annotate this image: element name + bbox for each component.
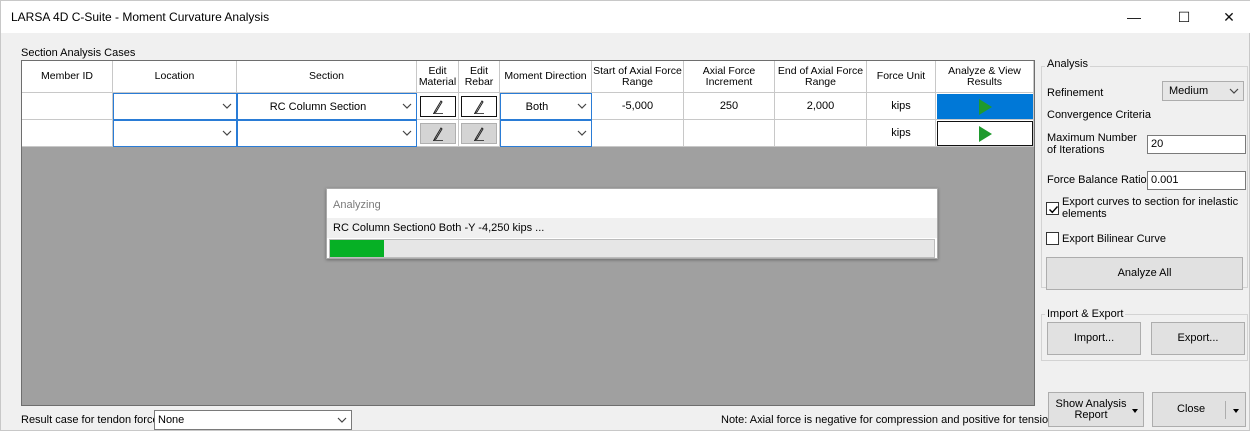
edit-rebar-cell xyxy=(459,93,500,120)
analysis-group-title: Analysis xyxy=(1045,58,1090,70)
progress-message-row: RC Column Section0 Both -Y -4,250 kips .… xyxy=(327,218,937,238)
refinement-label: Refinement xyxy=(1047,87,1104,99)
analyze-all-button[interactable]: Analyze All xyxy=(1046,257,1243,290)
dropdown-arrow-icon[interactable] xyxy=(1132,409,1138,413)
location-combo[interactable] xyxy=(113,120,237,147)
edit-material-button[interactable] xyxy=(420,96,456,117)
header-member-id[interactable]: Member ID xyxy=(22,61,113,93)
progress-bar xyxy=(329,239,935,258)
refinement-value: Medium xyxy=(1169,85,1209,97)
end-axial-cell[interactable] xyxy=(775,120,867,147)
export-curves-label[interactable]: Export curves to section for inelastic e… xyxy=(1062,196,1247,220)
member-id-cell[interactable] xyxy=(22,93,113,120)
header-moment-direction[interactable]: Moment Direction xyxy=(500,61,592,93)
analyze-view-cell xyxy=(936,93,1034,120)
tendon-forces-value: None xyxy=(158,414,185,426)
window-title: LARSA 4D C-Suite - Moment Curvature Anal… xyxy=(11,10,270,24)
export-bilinear-checkbox[interactable] xyxy=(1046,232,1059,245)
tendon-forces-label: Result case for tendon forces xyxy=(21,414,165,426)
export-button[interactable]: Export... xyxy=(1151,322,1245,355)
end-axial-cell[interactable]: 2,000 xyxy=(775,93,867,120)
show-analysis-report-button[interactable]: Show Analysis Report xyxy=(1048,392,1144,427)
moment-direction-value: Both xyxy=(525,100,549,113)
close-button[interactable]: Close xyxy=(1152,392,1246,427)
header-edit-material[interactable]: Edit Material xyxy=(417,61,459,93)
section-combo[interactable] xyxy=(237,120,417,147)
minimize-button[interactable]: — xyxy=(1111,1,1157,33)
table-row[interactable]: kips xyxy=(22,120,1034,147)
header-edit-rebar[interactable]: Edit Rebar xyxy=(459,61,500,93)
location-combo[interactable] xyxy=(113,93,237,120)
header-location[interactable]: Location xyxy=(113,61,237,93)
force-unit-cell[interactable]: kips xyxy=(867,120,936,147)
axial-increment-cell[interactable] xyxy=(684,120,775,147)
member-id-cell[interactable] xyxy=(22,120,113,147)
section-cases-label: Section Analysis Cases xyxy=(21,47,136,59)
import-export-group-title: Import & Export xyxy=(1045,308,1126,320)
section-value: RC Column Section xyxy=(269,100,367,113)
refinement-select[interactable]: Medium xyxy=(1162,81,1244,101)
edit-material-button[interactable] xyxy=(420,123,456,144)
header-analyze-view[interactable]: Analyze & View Results xyxy=(936,61,1034,93)
edit-material-cell xyxy=(417,120,459,147)
force-balance-label: Force Balance Ratio xyxy=(1047,174,1147,186)
maximize-button[interactable]: ☐ xyxy=(1161,1,1207,33)
import-button[interactable]: Import... xyxy=(1047,322,1141,355)
play-icon xyxy=(978,98,992,115)
pencil-icon xyxy=(473,99,484,114)
pencil-icon xyxy=(432,99,443,114)
axial-force-note: Note: Axial force is negative for compre… xyxy=(721,414,1058,426)
show-analysis-report-label: Show Analysis Report xyxy=(1055,397,1127,421)
split-separator xyxy=(1225,401,1226,419)
force-balance-input[interactable]: 0.001 xyxy=(1147,171,1246,190)
header-axial-increment[interactable]: Axial Force Increment xyxy=(684,61,775,93)
chevron-down-icon[interactable] xyxy=(222,128,232,138)
close-label: Close xyxy=(1177,403,1206,415)
section-combo[interactable]: RC Column Section xyxy=(237,93,417,120)
edit-rebar-button[interactable] xyxy=(461,96,497,117)
max-iterations-input[interactable]: 20 xyxy=(1147,135,1246,154)
start-axial-cell[interactable] xyxy=(592,120,684,147)
force-unit-cell[interactable]: kips xyxy=(867,93,936,120)
progress-dialog-title: Analyzing xyxy=(333,199,381,211)
header-start-axial[interactable]: Start of Axial Force Range xyxy=(592,61,684,93)
main-window: LARSA 4D C-Suite - Moment Curvature Anal… xyxy=(0,0,1250,431)
export-bilinear-label[interactable]: Export Bilinear Curve xyxy=(1062,233,1166,245)
axial-increment-cell[interactable]: 250 xyxy=(684,93,775,120)
tendon-forces-select[interactable]: None xyxy=(154,410,352,430)
dropdown-arrow-icon[interactable] xyxy=(1233,409,1239,413)
analyze-view-button[interactable] xyxy=(937,121,1033,146)
chevron-down-icon[interactable] xyxy=(1229,86,1239,96)
table-row[interactable]: RC Column Section Both -5,000 250 2,000 … xyxy=(22,93,1034,120)
moment-direction-combo[interactable]: Both xyxy=(500,93,592,120)
close-window-button[interactable]: ✕ xyxy=(1206,1,1250,33)
header-section[interactable]: Section xyxy=(237,61,417,93)
max-iterations-label: Maximum Number of Iterations xyxy=(1047,132,1137,156)
edit-rebar-cell xyxy=(459,120,500,147)
header-end-axial[interactable]: End of Axial Force Range xyxy=(775,61,867,93)
analyze-view-cell xyxy=(936,120,1034,147)
header-force-unit[interactable]: Force Unit xyxy=(867,61,936,93)
convergence-criteria-label: Convergence Criteria xyxy=(1047,109,1151,121)
chevron-down-icon[interactable] xyxy=(577,128,587,138)
moment-direction-combo[interactable] xyxy=(500,120,592,147)
start-axial-cell[interactable]: -5,000 xyxy=(592,93,684,120)
analyze-view-button[interactable] xyxy=(937,94,1033,119)
chevron-down-icon[interactable] xyxy=(577,101,587,111)
chevron-down-icon[interactable] xyxy=(337,415,347,425)
checkmark-icon xyxy=(1049,206,1059,214)
chevron-down-icon[interactable] xyxy=(222,101,232,111)
title-bar: LARSA 4D C-Suite - Moment Curvature Anal… xyxy=(1,1,1250,33)
pencil-icon xyxy=(473,126,484,141)
pencil-icon xyxy=(432,126,443,141)
play-icon xyxy=(978,125,992,142)
progress-bar-fill xyxy=(330,240,385,257)
edit-rebar-button[interactable] xyxy=(461,123,497,144)
export-curves-checkbox[interactable] xyxy=(1046,202,1059,215)
chevron-down-icon[interactable] xyxy=(402,128,412,138)
progress-message: RC Column Section0 Both -Y -4,250 kips .… xyxy=(333,222,545,234)
edit-material-cell xyxy=(417,93,459,120)
progress-dialog: Analyzing RC Column Section0 Both -Y -4,… xyxy=(326,188,938,259)
chevron-down-icon[interactable] xyxy=(402,101,412,111)
